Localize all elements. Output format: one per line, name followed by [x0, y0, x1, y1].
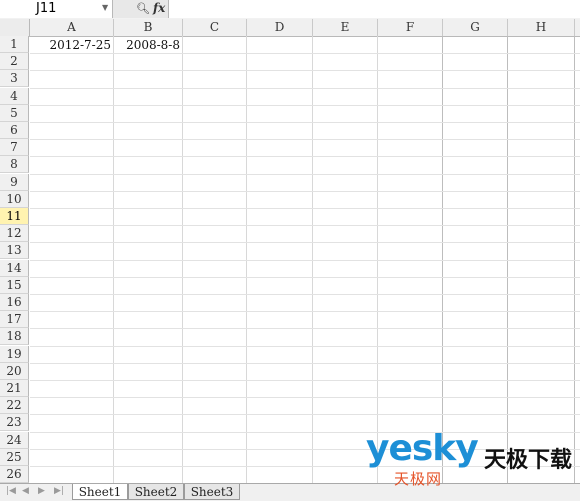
cell-a1[interactable]: 2012-7-25	[30, 37, 114, 54]
first-sheet-icon[interactable]: |◀	[6, 486, 16, 496]
row-header-17[interactable]: 17	[0, 311, 29, 328]
yesky-watermark-logo: yesky 天极下载 天极网	[366, 428, 580, 488]
grid-row-line	[30, 277, 580, 278]
column-header-b[interactable]: B	[114, 19, 183, 36]
watermark-sub-cn: 天极网	[394, 470, 443, 488]
tab-sheet1[interactable]: Sheet1	[72, 484, 128, 500]
column-header-e[interactable]: E	[313, 19, 378, 36]
column-header-c[interactable]: C	[183, 19, 247, 36]
row-header-26[interactable]: 26	[0, 466, 29, 483]
grid-row-line	[30, 380, 580, 381]
grid-row-line	[30, 122, 580, 123]
grid-row-line	[30, 225, 580, 226]
last-sheet-icon[interactable]: ▶|	[54, 486, 64, 496]
row-header-16[interactable]: 16	[0, 294, 29, 311]
row-header-15[interactable]: 15	[0, 277, 29, 294]
row-header-18[interactable]: 18	[0, 328, 29, 345]
grid-row-line	[30, 208, 580, 209]
row-header-4[interactable]: 4	[0, 88, 29, 105]
name-box[interactable]: J11 ▼	[0, 0, 113, 18]
grid-row-line	[30, 70, 580, 71]
watermark-brand-cn: 天极下载	[484, 448, 573, 473]
grid-row-line	[30, 88, 580, 89]
row-header-8[interactable]: 8	[0, 156, 29, 173]
magnifier-icon[interactable]: 🔍︎	[136, 2, 150, 15]
select-all-corner[interactable]	[0, 19, 30, 36]
grid-row-line	[30, 346, 580, 347]
grid-row-line	[30, 156, 580, 157]
next-sheet-icon[interactable]: ▶	[38, 486, 45, 496]
column-header-h[interactable]: H	[508, 19, 575, 36]
row-header-11[interactable]: 11	[0, 208, 29, 225]
row-header-19[interactable]: 19	[0, 346, 29, 363]
row-header-5[interactable]: 5	[0, 105, 29, 122]
grid-row-line	[30, 105, 580, 106]
formula-input[interactable]	[169, 0, 580, 18]
watermark-brand: yesky	[366, 428, 479, 469]
column-header-g[interactable]: G	[443, 19, 508, 36]
row-header-12[interactable]: 12	[0, 225, 29, 242]
row-header-1[interactable]: 1	[0, 36, 29, 53]
grid-row-line	[30, 328, 580, 329]
column-header-row: A B C D E F G H	[0, 19, 580, 37]
grid-row-line	[30, 363, 580, 364]
grid-row-line	[30, 260, 580, 261]
sheet-tab-bar: |◀ ◀ ▶ ▶| Sheet1 Sheet2 Sheet3	[0, 483, 580, 501]
column-header-d[interactable]: D	[247, 19, 313, 36]
grid-row-line	[30, 397, 580, 398]
row-header-7[interactable]: 7	[0, 139, 29, 156]
row-header-10[interactable]: 10	[0, 191, 29, 208]
row-header-2[interactable]: 2	[0, 53, 29, 70]
grid-row-line	[30, 414, 580, 415]
grid-row-line	[30, 191, 580, 192]
row-header-23[interactable]: 23	[0, 414, 29, 431]
row-header-22[interactable]: 22	[0, 397, 29, 414]
tab-sheet3[interactable]: Sheet3	[184, 484, 240, 500]
row-header-21[interactable]: 21	[0, 380, 29, 397]
row-header-24[interactable]: 24	[0, 432, 29, 449]
formula-bar: J11 ▼ 🔍︎ fx	[0, 0, 580, 20]
grid-row-line	[30, 139, 580, 140]
row-header-6[interactable]: 6	[0, 122, 29, 139]
name-box-value[interactable]: J11	[36, 1, 56, 16]
row-header-14[interactable]: 14	[0, 260, 29, 277]
tab-sheet2[interactable]: Sheet2	[128, 484, 184, 500]
row-header-25[interactable]: 25	[0, 449, 29, 466]
row-header-20[interactable]: 20	[0, 363, 29, 380]
grid-row-line	[30, 174, 580, 175]
grid-row-line	[30, 311, 580, 312]
chevron-down-icon[interactable]: ▼	[102, 3, 108, 12]
grid-row-line	[30, 294, 580, 295]
column-header-f[interactable]: F	[378, 19, 443, 36]
column-header-a[interactable]: A	[30, 19, 114, 36]
fx-icon[interactable]: fx	[153, 1, 165, 15]
prev-sheet-icon[interactable]: ◀	[22, 486, 29, 496]
row-header-13[interactable]: 13	[0, 242, 29, 259]
cell-b1[interactable]: 2008-8-8	[114, 37, 183, 54]
grid-row-line	[30, 242, 580, 243]
row-header-9[interactable]: 9	[0, 174, 29, 191]
row-header-3[interactable]: 3	[0, 70, 29, 87]
